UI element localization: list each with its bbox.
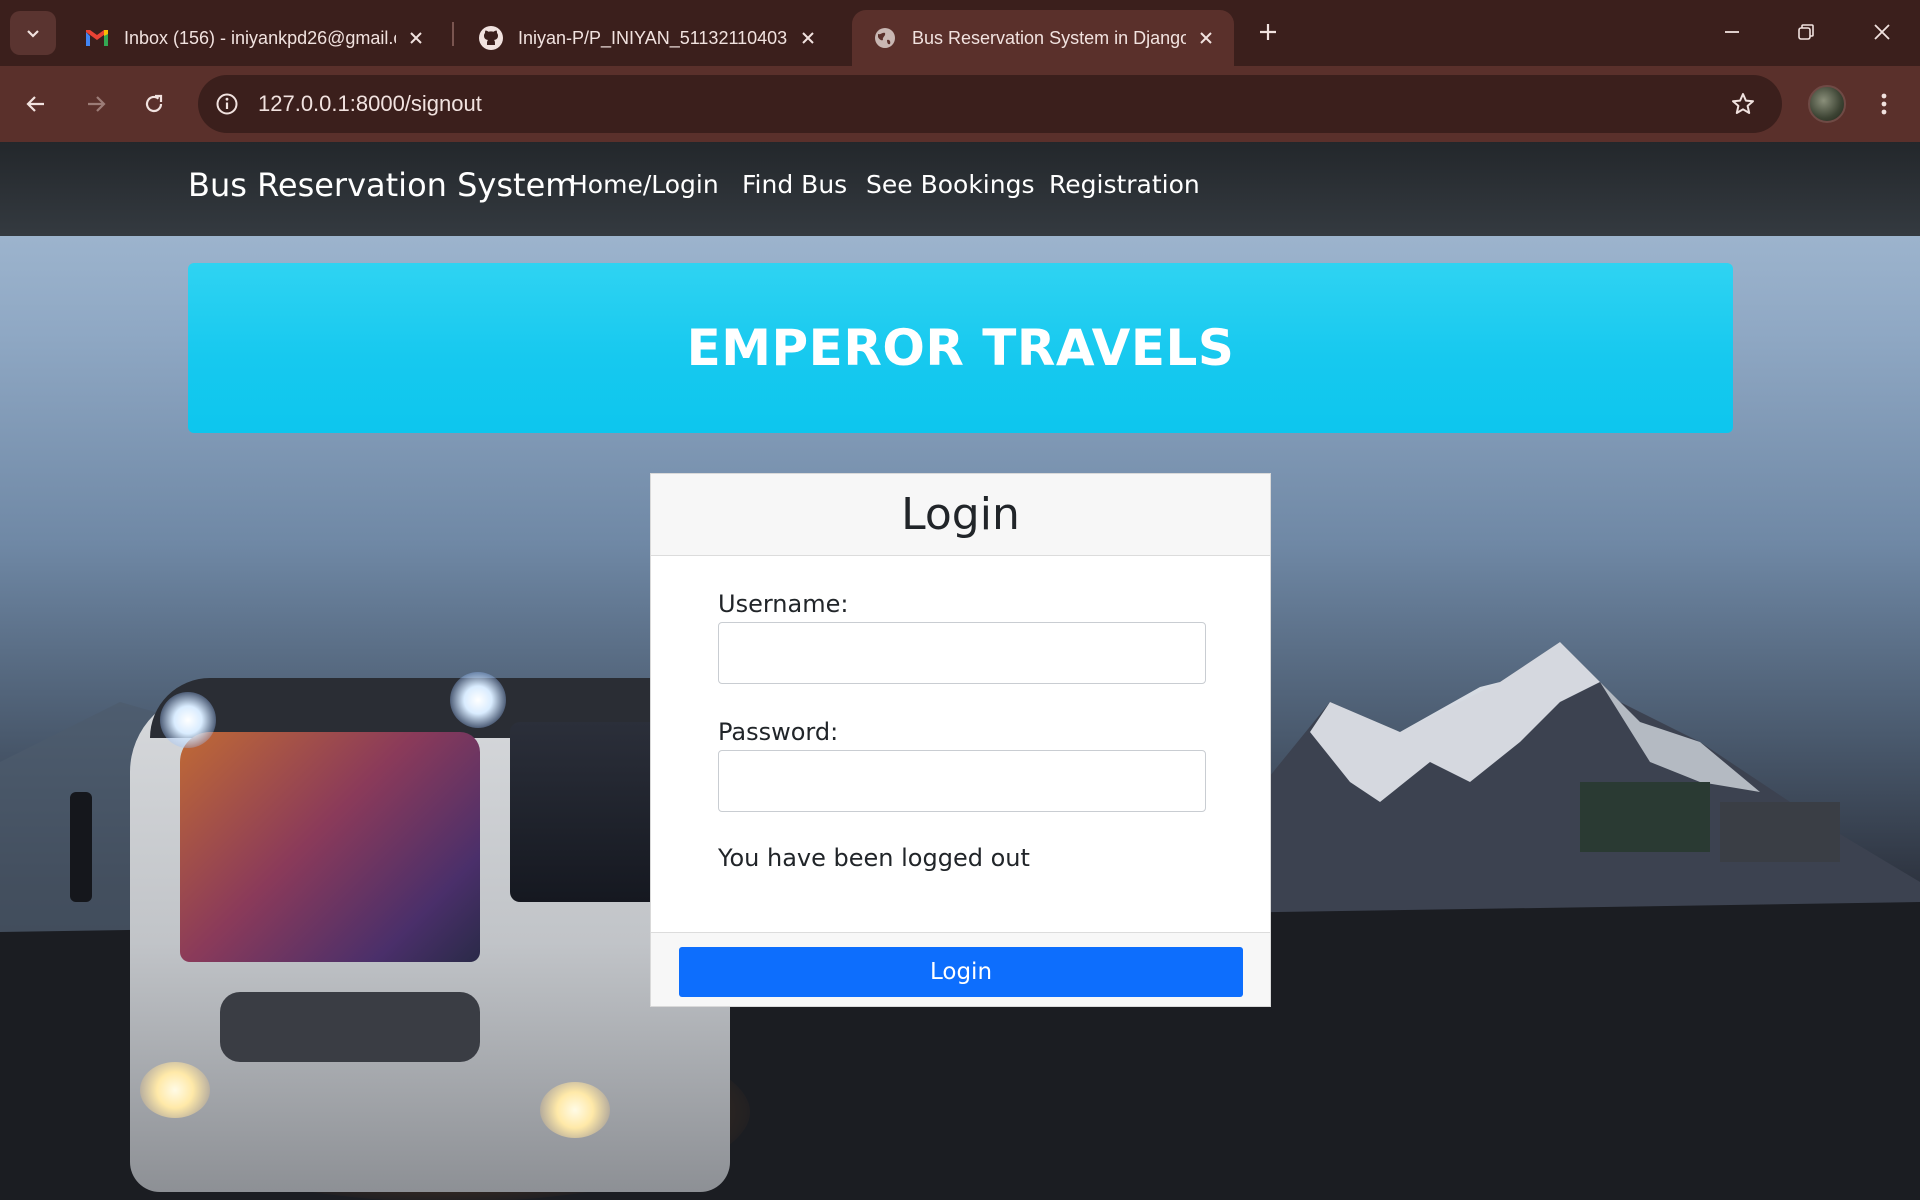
tab-bus-reservation[interactable]: Bus Reservation System in Django	[852, 10, 1234, 66]
password-input[interactable]	[718, 750, 1206, 812]
login-button[interactable]: Login	[679, 947, 1243, 997]
close-window-button[interactable]	[1860, 14, 1904, 50]
minimize-icon	[1725, 31, 1739, 33]
globe-icon	[872, 25, 898, 51]
minimize-button[interactable]	[1710, 14, 1754, 50]
arrow-right-icon	[88, 96, 106, 112]
site-navbar: Bus Reservation System Home/Login Find B…	[0, 142, 1920, 236]
bus-roof-light	[450, 672, 506, 728]
tab-search-button[interactable]	[10, 11, 56, 55]
nav-link-see-bookings[interactable]: See Bookings	[866, 170, 1034, 199]
url-text: 127.0.0.1:8000/signout	[258, 91, 482, 116]
bus-headlight	[540, 1082, 610, 1138]
restore-icon	[1798, 24, 1814, 40]
github-icon	[478, 25, 504, 51]
browser-tab-strip: Inbox (156) - iniyankpd26@gmail.c Iniyan…	[0, 0, 1920, 66]
bookmark-star-icon[interactable]	[1728, 89, 1758, 119]
tab-title: Bus Reservation System in Django	[912, 27, 1186, 48]
chevron-down-icon	[27, 30, 39, 38]
new-tab-button[interactable]	[1250, 14, 1286, 50]
close-tab-icon[interactable]	[1192, 24, 1220, 52]
page-viewport: Bus Reservation System Home/Login Find B…	[0, 142, 1920, 1200]
restore-button[interactable]	[1784, 14, 1828, 50]
nav-link-registration[interactable]: Registration	[1049, 170, 1200, 199]
forward-button[interactable]	[76, 84, 116, 124]
profile-avatar[interactable]	[1808, 85, 1846, 123]
address-bar[interactable]: 127.0.0.1:8000/signout	[198, 75, 1782, 133]
close-icon	[1874, 24, 1890, 40]
browser-menu-button[interactable]	[1866, 84, 1902, 124]
login-card: Login Username: Password: You have been …	[650, 473, 1271, 1007]
close-tab-icon[interactable]	[794, 24, 822, 52]
site-info-icon[interactable]	[212, 89, 242, 119]
bus-grille	[220, 992, 480, 1062]
nav-link-find-bus[interactable]: Find Bus	[742, 170, 847, 199]
browser-toolbar: 127.0.0.1:8000/signout	[0, 66, 1920, 142]
arrow-left-icon	[26, 96, 44, 112]
login-card-footer: Login	[651, 932, 1270, 1006]
hero-banner: EMPEROR TRAVELS	[188, 263, 1733, 433]
login-title: Login	[901, 489, 1020, 540]
username-input[interactable]	[718, 622, 1206, 684]
bus-windshield	[180, 732, 480, 962]
back-button[interactable]	[16, 84, 56, 124]
plus-icon	[1260, 24, 1276, 40]
logout-message: You have been logged out	[718, 844, 1030, 872]
password-label: Password:	[718, 718, 839, 746]
gmail-icon	[84, 25, 110, 51]
site-brand[interactable]: Bus Reservation System	[188, 166, 576, 204]
reload-button[interactable]	[134, 84, 174, 124]
reload-icon	[145, 94, 163, 113]
bus-roof-light	[160, 692, 216, 748]
hero-title: EMPEROR TRAVELS	[686, 319, 1235, 377]
bus-mirror	[70, 792, 92, 902]
username-label: Username:	[718, 590, 849, 618]
nav-link-home-login[interactable]: Home/Login	[569, 170, 719, 199]
login-card-header: Login	[651, 474, 1270, 556]
close-tab-icon[interactable]	[402, 24, 430, 52]
more-vertical-icon	[1881, 93, 1887, 115]
tab-github[interactable]: Iniyan-P/P_INIYAN_511321104032	[458, 10, 836, 66]
tab-gmail[interactable]: Inbox (156) - iniyankpd26@gmail.c	[64, 10, 444, 66]
tab-title: Inbox (156) - iniyankpd26@gmail.c	[124, 27, 396, 48]
bus-headlight	[140, 1062, 210, 1118]
tab-title: Iniyan-P/P_INIYAN_511321104032	[518, 27, 788, 48]
tab-separator	[452, 22, 454, 46]
